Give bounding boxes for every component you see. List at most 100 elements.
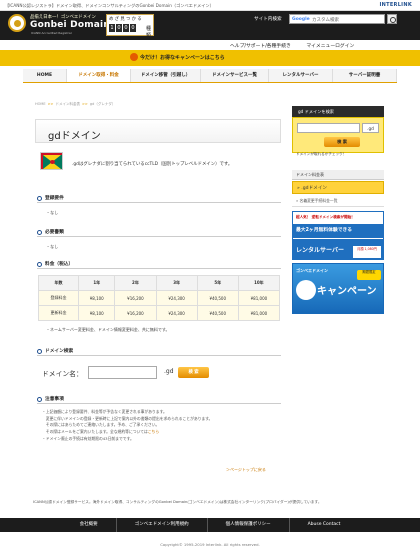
ad-mid-text: 最大2ヶ月無料体験できる (293, 224, 383, 238)
domain-name-label: ドメイン名： (42, 370, 83, 378)
header-cell: 3年 (155, 275, 198, 291)
count-digit: 0 (130, 24, 136, 32)
nav-underline (23, 82, 397, 83)
section-bullet-icon (37, 195, 42, 201)
footer-abuse[interactable]: Abuse Contact (290, 518, 359, 532)
sidebar-item-transfer-fees[interactable]: » 名義変更手続料金一覧 (292, 195, 384, 207)
sidebar-tld-label: .gd (362, 123, 379, 133)
main-nav: HOME ドメイン取得・料金 ドメイン移管（引越し） ドメインサービス一覧 レン… (23, 69, 397, 82)
campaign-ad-main: キャンペーン (317, 286, 377, 297)
gonbei-logo-icon[interactable] (8, 14, 26, 32)
tld-description: .gdはグレナダに割り当てられているccTLD（国別トップレベルドメイン）です。 (72, 162, 233, 167)
section-title: 注意事項 (45, 397, 64, 402)
campaign-ad[interactable]: ゴンベエドメイン 期間限定 キャンペーン (292, 263, 384, 314)
breadcrumb-pricing[interactable]: ドメイン料金表 (56, 102, 81, 106)
ad-top-text: 超人気！ 逆転ドメイン検索が開始！ (293, 212, 383, 224)
note-line: 変更に伴いドメインの登録・更新時に上記で案内以外の書類の提出を求められることがあ… (42, 415, 213, 421)
grenada-flag-icon (40, 152, 63, 170)
price-cell: ¥81,000 (237, 290, 281, 306)
count-digit: 0 (123, 24, 129, 32)
price-table: 年数 1年 2年 3年 5年 10年 登録料金 ¥8,100 ¥16,200 ¥… (37, 275, 281, 321)
price-cell: ¥24,300 (155, 305, 198, 321)
campaign-banner[interactable]: 今だけ！お得なキャンペーンはこちら (0, 50, 420, 66)
help-link[interactable]: ヘルプ/サポート/各種手続き (230, 44, 291, 49)
nav-home[interactable]: HOME (23, 69, 67, 82)
section-bullet-icon (37, 261, 42, 267)
domain-tld-label: .gd (164, 368, 174, 375)
footer-company[interactable]: 会社概要 (62, 518, 117, 532)
price-table-header: 年数 1年 2年 3年 5年 10年 (37, 275, 281, 291)
required-documents-body: ・なし (46, 244, 59, 249)
footer-privacy[interactable]: 個人情報保護ポリシー (208, 518, 290, 532)
sidebar-check-link[interactable]: ドメインが取れるかチェック！ (296, 152, 346, 157)
section-bullet-icon (37, 229, 42, 235)
price-note: ・ネームサーバー変更料金、ドメイン情報変更料金、共に無料です。 (46, 327, 170, 332)
footer-links: 会社概要 ゴンベエドメイン利用規約 個人情報保護ポリシー Abuse Conta… (0, 518, 420, 532)
sidebar-domain-input[interactable] (297, 123, 360, 133)
price-cell: ¥8,100 (78, 290, 116, 306)
section-title: 必要書類 (45, 230, 64, 235)
mymenu-login-link[interactable]: マイメニューログイン (306, 44, 354, 49)
registration-requirements-body: ・なし (46, 210, 59, 215)
count-suffix: 種類 (146, 26, 152, 39)
count-digits: 1 0 0 0 (109, 24, 136, 32)
rental-server-ad[interactable]: 超人気！ 逆転ドメイン検索が開始！ 最大2ヶ月無料体験できる レンタルサーバー … (292, 211, 384, 260)
price-cell: ¥8,100 (78, 305, 116, 321)
note-line: その際にはあらためてご連絡いたします。予め、ご了承ください。 (42, 422, 160, 428)
domain-name-input[interactable] (88, 366, 157, 379)
notes-link[interactable]: こちら (148, 429, 159, 434)
google-logo: Google (292, 17, 310, 22)
top-bar: 【ICANN公認レジストラ】ドメイン取得、ドメインコンサルティングのGonbei… (0, 0, 420, 11)
price-cell: ¥81,000 (237, 305, 281, 321)
page-top-link[interactable]: ＞ページトップに戻る (226, 467, 266, 473)
site-logo[interactable]: Gonbei Domain (30, 20, 110, 30)
campaign-text: 今だけ！お得なキャンペーンはこちら (140, 55, 225, 61)
header-cell: 10年 (237, 275, 281, 291)
section-notes: 注意事項 (37, 395, 281, 404)
page-title-box: gdドメイン (35, 119, 281, 143)
table-row: 登録料金 ¥8,100 ¥16,200 ¥24,300 ¥40,500 ¥81,… (37, 290, 281, 306)
page-title: gdドメイン (48, 131, 101, 142)
section-title: 料金（税込） (45, 262, 74, 267)
price-cell: ¥40,500 (196, 290, 239, 306)
section-domain-search: ドメイン検索 (37, 347, 281, 356)
logo-registrar: ICANN Accredited Registrar (31, 31, 72, 35)
count-digit: 0 (116, 24, 122, 32)
note-line-text: その際はメールをご案内いたします。全な規約等については (42, 429, 148, 435)
sidebar-search-button[interactable]: 検 索 (324, 137, 360, 147)
domain-search-button[interactable]: 検 索 (178, 367, 209, 378)
header-cell: 年数 (37, 275, 80, 291)
campaign-ad-badge: 期間限定 (357, 270, 381, 280)
sidebar-category: ドメイン料金表 (292, 170, 384, 180)
copyright: Copyright© 1995-2019 Interlink. All righ… (160, 542, 260, 547)
header-cell: 2年 (114, 275, 157, 291)
nav-domain-transfer[interactable]: ドメイン移管（引越し） (131, 69, 201, 82)
nav-domain-pricing[interactable]: ドメイン取得・料金 (67, 69, 131, 82)
footer-terms[interactable]: ゴンベエドメイン利用規約 (117, 518, 208, 532)
note-line: ・ドメイン廃止の手続は有効期限の43日前までです。 (42, 435, 134, 441)
nav-ssl-cert[interactable]: サーバー証明書 (333, 69, 397, 82)
price-cell: ¥40,500 (196, 305, 239, 321)
campaign-icon (130, 53, 138, 61)
count-digit: 1 (109, 24, 115, 32)
section-bullet-icon (37, 348, 42, 354)
nav-rental-server[interactable]: レンタルサーバー (269, 69, 333, 82)
row-label: 登録料金 (37, 290, 80, 306)
domain-count-badge: め ざ 見 つ か る 1 0 0 0 種類 (106, 14, 154, 39)
nav-domain-services[interactable]: ドメインサービス一覧 (201, 69, 269, 82)
search-icon[interactable] (387, 14, 397, 24)
site-search-label: サイト内検索 (254, 17, 282, 22)
breadcrumb-home[interactable]: HOME (35, 102, 46, 106)
section-pricing: 料金（税込） (37, 260, 281, 269)
sidebar-item-gd[interactable]: » .gdドメイン (292, 181, 384, 194)
interlink-logo[interactable]: INTERLINK (379, 2, 412, 8)
table-row: 更新料金 ¥8,100 ¥16,200 ¥24,300 ¥40,500 ¥81,… (37, 305, 281, 321)
section-title: 登録要件 (45, 196, 64, 201)
header-links: ヘルプ/サポート/各種手続き マイメニューログイン (230, 42, 368, 49)
notes-list: ・上記価額により登録要件、料金等が予告なく変更される事があります。 変更に伴いド… (42, 409, 212, 443)
note-line: その際はメールをご案内いたします。全な規約等についてはこちら (42, 429, 212, 436)
note-line: ・上記価額により登録要件、料金等が予告なく変更される事があります。 (42, 409, 167, 414)
site-search-input[interactable]: Google カスタム検索 (289, 14, 385, 24)
sidebar-search-header: gd ドメインを検索 (292, 106, 384, 117)
header-cell: 5年 (196, 275, 239, 291)
